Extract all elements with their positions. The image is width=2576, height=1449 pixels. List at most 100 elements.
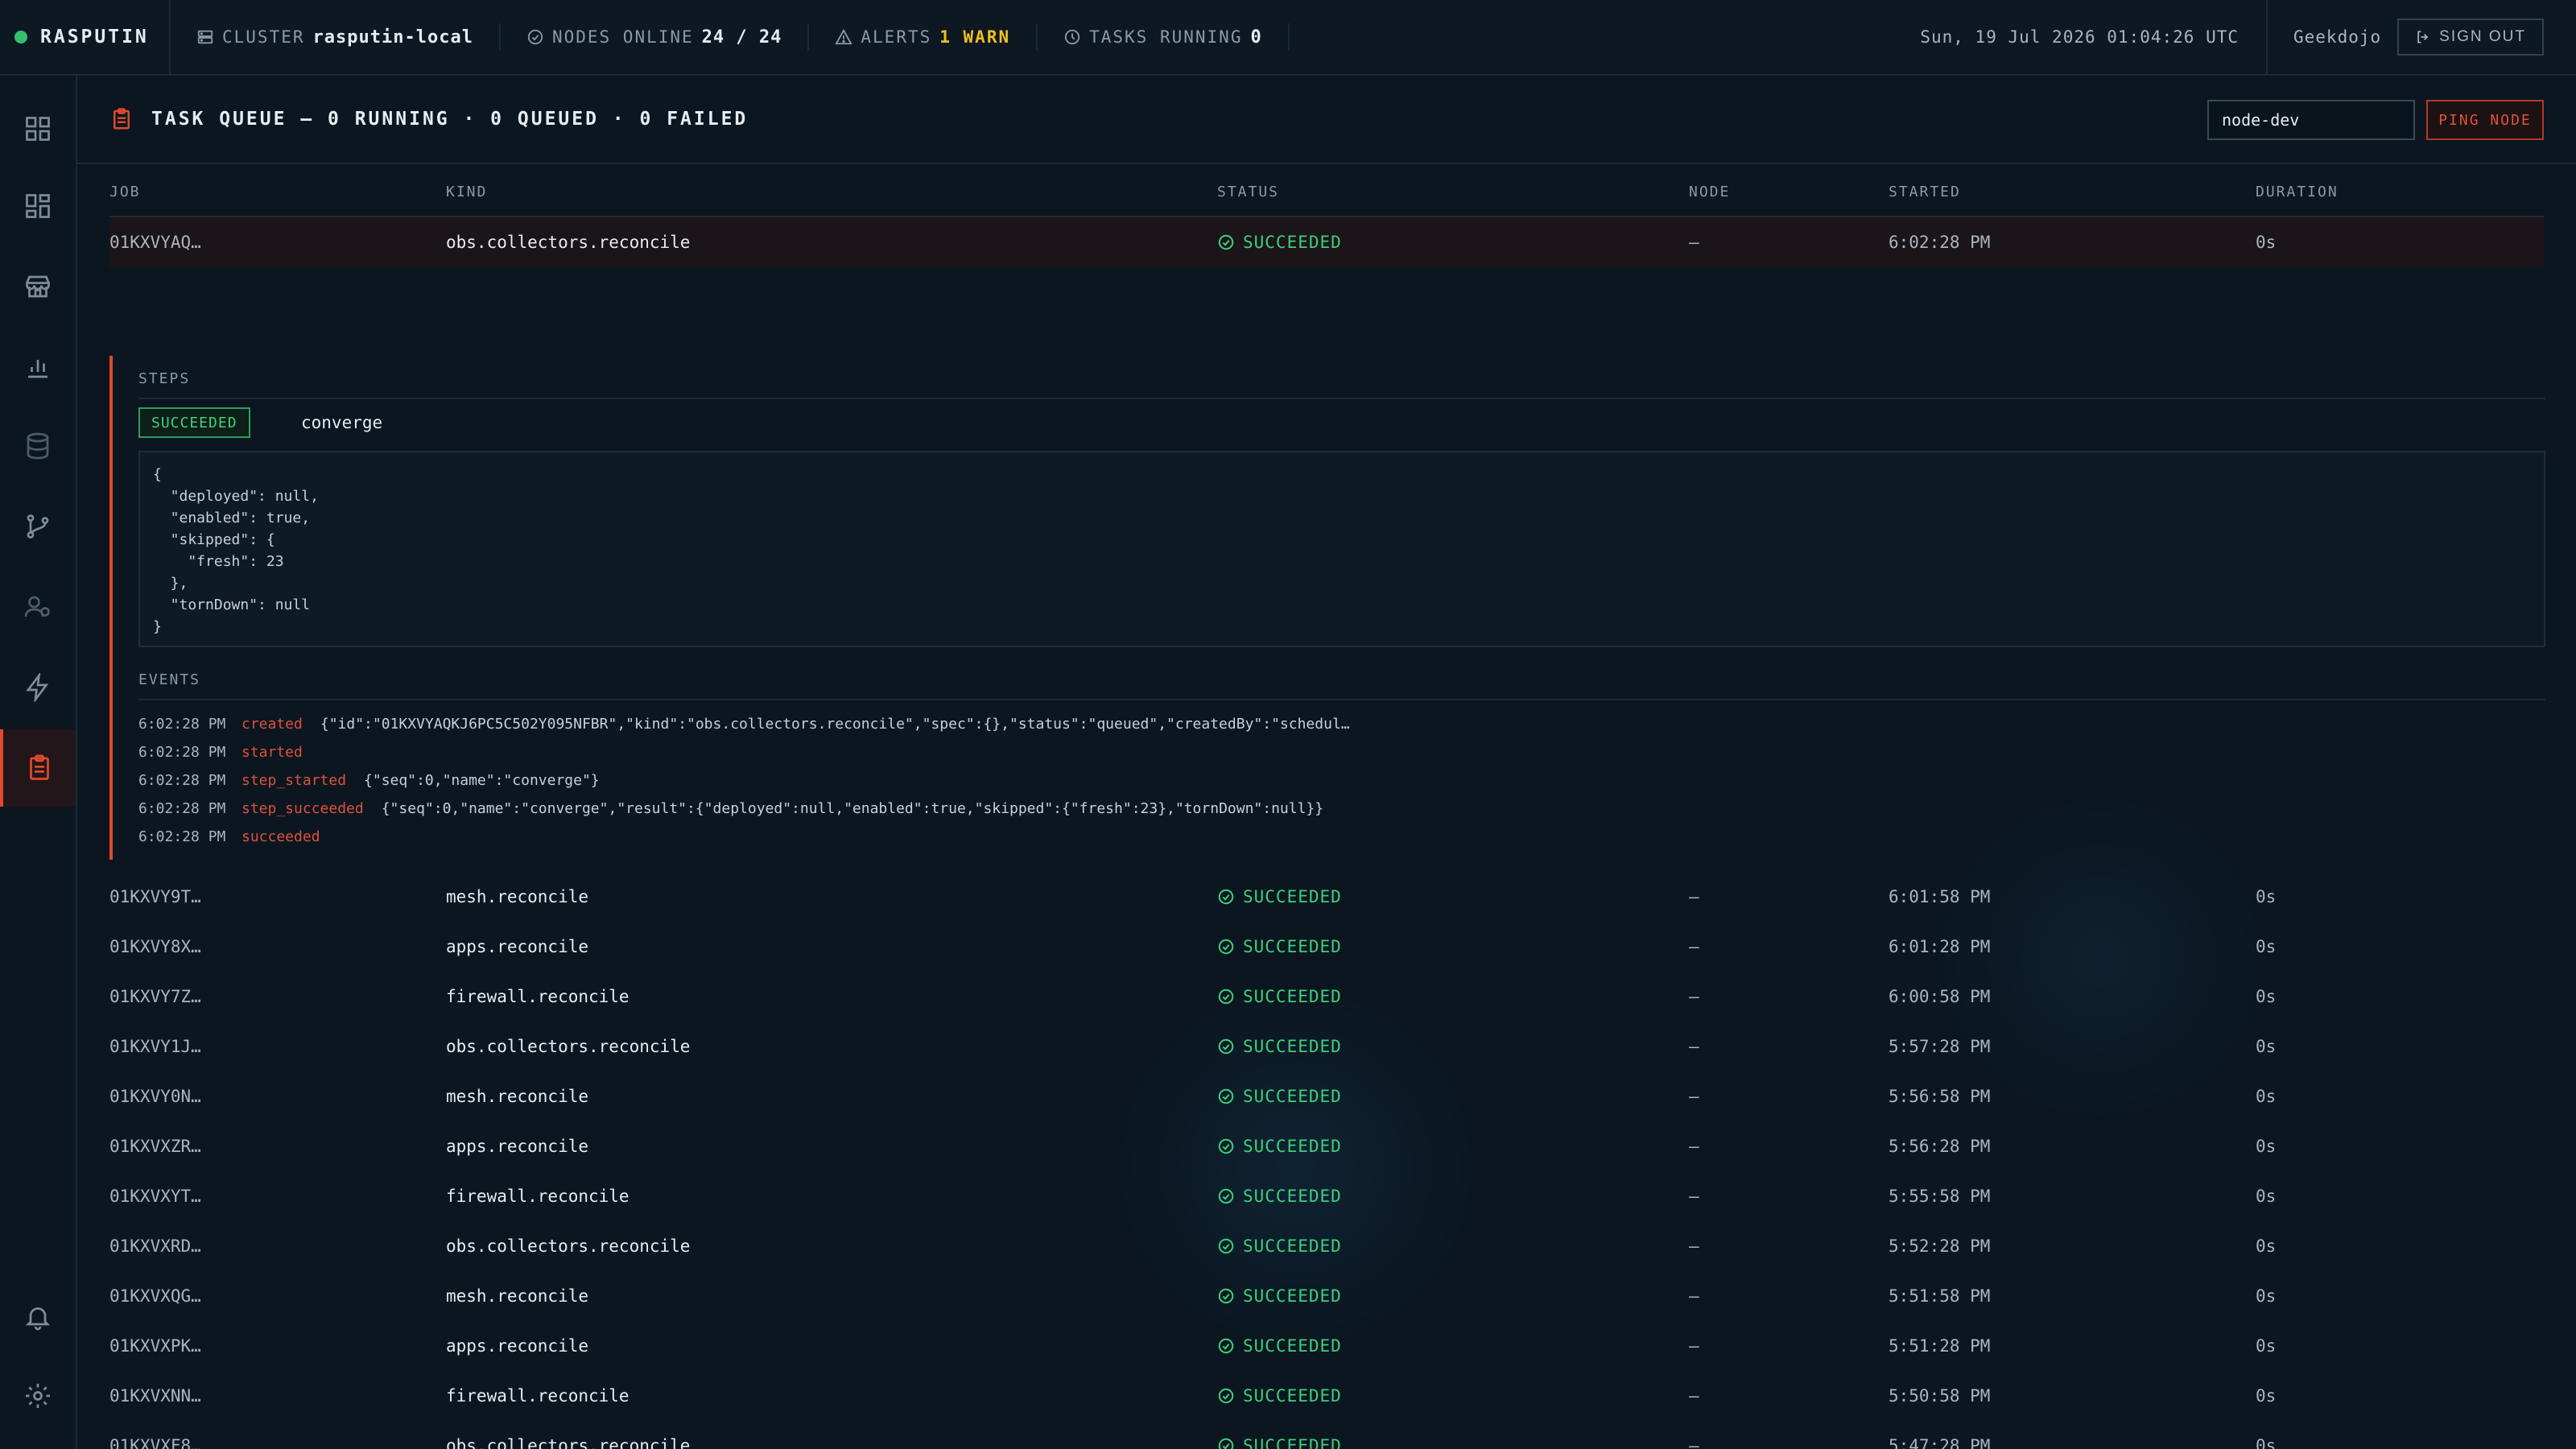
table-row[interactable]: 01KXVXYT… firewall.reconcile SUCCEEDED —… — [109, 1171, 2544, 1221]
job-id: 01KXVY7Z… — [109, 987, 201, 1006]
table-row[interactable]: 01KXVXNN… firewall.reconcile SUCCEEDED —… — [109, 1371, 2544, 1421]
job-started: 5:51:58 PM — [1889, 1286, 1991, 1306]
job-duration: 0s — [2256, 937, 2277, 956]
job-node: — — [1689, 1236, 1699, 1256]
sidebar-item-settings[interactable] — [0, 1357, 76, 1435]
alerts-label: ALERTS — [861, 27, 932, 47]
job-node: — — [1689, 1286, 1699, 1306]
job-node: — — [1689, 1137, 1699, 1156]
table-row[interactable]: 01KXVY7Z… firewall.reconcile SUCCEEDED —… — [109, 972, 2544, 1022]
users-icon — [24, 596, 50, 617]
sidebar-item-git[interactable] — [0, 488, 76, 565]
column-header-kind: KIND — [446, 184, 488, 200]
job-id: 01KXVXPK… — [109, 1336, 201, 1356]
status-badge: SUCCEEDED — [1217, 1271, 1342, 1321]
table-row[interactable]: 01KXVXRD… obs.collectors.reconcile SUCCE… — [109, 1221, 2544, 1271]
sidebar-item-task-queue[interactable] — [0, 729, 76, 807]
job-started: 6:01:28 PM — [1889, 937, 1991, 956]
bell-icon — [25, 1307, 51, 1331]
job-started: 5:51:28 PM — [1889, 1336, 1991, 1356]
event-item: 6:02:28 PM started — [138, 738, 320, 766]
job-detail-panel: STEPS SUCCEEDED converge { "deployed": n… — [109, 356, 2545, 860]
warning-icon — [835, 28, 853, 45]
sign-out-button[interactable]: SIGN OUT — [2397, 19, 2544, 56]
job-id: 01KXVXZR… — [109, 1137, 201, 1156]
job-id: 01KXVXQG… — [109, 1286, 201, 1306]
job-duration: 0s — [2256, 1386, 2277, 1406]
job-kind: firewall.reconcile — [446, 1386, 630, 1406]
check-circle-icon — [1218, 1138, 1234, 1154]
status-text: SUCCEEDED — [1243, 1087, 1342, 1106]
event-time: 6:02:28 PM — [138, 715, 226, 733]
ping-node-button[interactable]: PING NODE — [2426, 100, 2544, 140]
column-header-status: STATUS — [1217, 184, 1280, 200]
clock-icon — [1064, 29, 1080, 45]
status-text: SUCCEEDED — [1243, 1336, 1342, 1356]
job-duration: 0s — [2256, 1336, 2277, 1356]
job-started: 6:01:58 PM — [1889, 887, 1991, 906]
event-time: 6:02:28 PM — [138, 828, 226, 845]
table-row-expanded[interactable]: 01KXVYAQ… obs.collectors.reconcile SUCCE… — [109, 217, 2544, 267]
job-started: 5:57:28 PM — [1889, 1037, 1991, 1056]
lightning-icon — [26, 673, 49, 702]
database-icon — [27, 432, 49, 460]
job-node: — — [1689, 1436, 1699, 1449]
job-id: 01KXVY9T… — [109, 887, 201, 906]
sidebar-item-automation[interactable] — [0, 649, 76, 726]
top-bar: RASPUTIN CLUSTER rasputin-local NODES ON… — [0, 0, 2576, 76]
grid-icon — [26, 117, 50, 141]
status-badge: SUCCEEDED — [1217, 1421, 1342, 1449]
event-item: 6:02:28 PM created {"id":"01KXVYAQKJ6PC5… — [138, 710, 1350, 737]
status-text: SUCCEEDED — [1243, 1187, 1342, 1206]
job-node: — — [1689, 887, 1699, 906]
job-node: — — [1689, 937, 1699, 956]
job-kind: obs.collectors.reconcile — [446, 233, 691, 252]
sidebar-item-store[interactable] — [0, 248, 76, 325]
tasks-value: 0 — [1250, 27, 1262, 47]
job-duration: 0s — [2256, 1137, 2277, 1156]
job-node: — — [1689, 987, 1699, 1006]
node-input[interactable] — [2207, 100, 2415, 140]
event-item: 6:02:28 PM step_started {"seq":0,"name":… — [138, 766, 600, 794]
table-row[interactable]: 01KXVXF8… obs.collectors.reconcile SUCCE… — [109, 1421, 2544, 1449]
job-id: 01KXVXNN… — [109, 1386, 201, 1406]
brand-name: RASPUTIN — [40, 27, 149, 47]
sidebar-item-users[interactable] — [0, 568, 76, 646]
status-badge: SUCCEEDED — [1217, 872, 1342, 922]
event-time: 6:02:28 PM — [138, 743, 226, 761]
job-node: — — [1689, 1386, 1699, 1406]
table-row[interactable]: 01KXVY1J… obs.collectors.reconcile SUCCE… — [109, 1022, 2544, 1071]
event-type: started — [242, 743, 303, 761]
event-payload: {"seq":0,"name":"converge"} — [364, 771, 600, 789]
job-id: 01KXVY1J… — [109, 1037, 201, 1056]
sidebar-item-storage[interactable] — [0, 407, 76, 485]
table-row[interactable]: 01KXVXZR… apps.reconcile SUCCEEDED — 5:5… — [109, 1121, 2544, 1171]
column-header-job: JOB — [109, 184, 141, 200]
table-row[interactable]: 01KXVY8X… apps.reconcile SUCCEEDED — 6:0… — [109, 922, 2544, 972]
check-circle-icon — [1218, 1438, 1234, 1449]
status-badge: SUCCEEDED — [1217, 1171, 1342, 1221]
sidebar-item-metrics[interactable] — [0, 328, 76, 406]
table-row[interactable]: 01KXVY9T… mesh.reconcile SUCCEEDED — 6:0… — [109, 872, 2544, 922]
sidebar-item-notifications[interactable] — [0, 1278, 76, 1356]
table-row[interactable]: 01KXVXPK… apps.reconcile SUCCEEDED — 5:5… — [109, 1321, 2544, 1371]
alerts-stat[interactable]: ALERTS 1 WARN — [809, 23, 1038, 51]
sidebar-item-dashboard[interactable] — [0, 167, 76, 245]
event-type: created — [242, 715, 303, 733]
job-duration: 0s — [2256, 1087, 2277, 1106]
table-row[interactable]: 01KXVXQG… mesh.reconcile SUCCEEDED — 5:5… — [109, 1271, 2544, 1321]
sign-out-label: SIGN OUT — [2439, 28, 2526, 45]
cluster-label: CLUSTER — [222, 27, 305, 47]
table-row[interactable]: 01KXVY0N… mesh.reconcile SUCCEEDED — 5:5… — [109, 1071, 2544, 1121]
job-started: 6:02:28 PM — [1889, 233, 1991, 252]
status-text: SUCCEEDED — [1243, 1386, 1342, 1406]
check-circle-icon — [1218, 1188, 1234, 1204]
tasks-stat: TASKS RUNNING 0 — [1038, 23, 1290, 51]
status-badge: SUCCEEDED — [1217, 1371, 1342, 1421]
sidebar — [0, 76, 77, 1449]
status-badge: SUCCEEDED — [1217, 972, 1342, 1022]
job-kind: firewall.reconcile — [446, 987, 630, 1006]
sidebar-item-overview[interactable] — [0, 90, 76, 167]
status-badge: SUCCEEDED — [1217, 922, 1342, 972]
job-node: — — [1689, 1187, 1699, 1206]
